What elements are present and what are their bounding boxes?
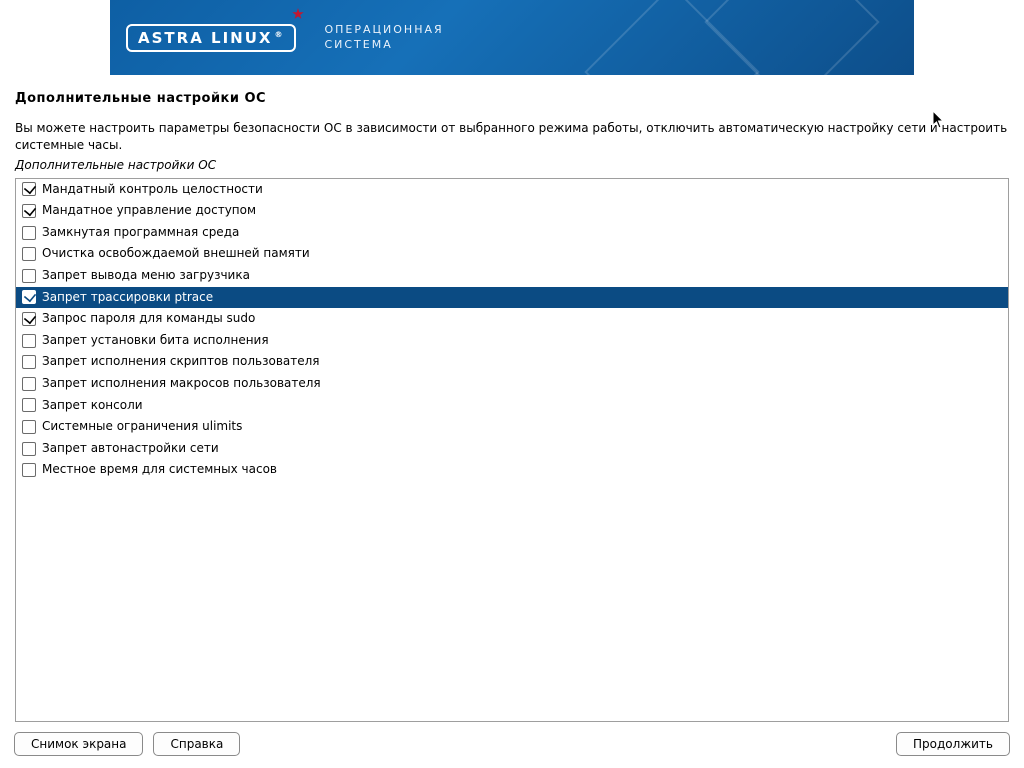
checkbox-icon[interactable] <box>22 226 36 240</box>
option-label: Запрос пароля для команды sudo <box>42 311 255 327</box>
star-icon <box>292 8 304 20</box>
option-row[interactable]: Запрет исполнения скриптов пользователя <box>16 351 1008 373</box>
option-row[interactable]: Системные ограничения ulimits <box>16 416 1008 438</box>
checkbox-icon[interactable] <box>22 398 36 412</box>
checkbox-icon[interactable] <box>22 355 36 369</box>
option-row[interactable]: Запрет вывода меню загрузчика <box>16 265 1008 287</box>
checkbox-icon[interactable] <box>22 463 36 477</box>
checkbox-icon[interactable] <box>22 377 36 391</box>
footer: Снимок экрана Справка Продолжить <box>0 722 1024 768</box>
option-row[interactable]: Запрос пароля для команды sudo <box>16 308 1008 330</box>
options-listbox[interactable]: Мандатный контроль целостности Мандатное … <box>15 178 1009 722</box>
option-row[interactable]: Запрет исполнения макросов пользователя <box>16 373 1008 395</box>
option-row[interactable]: Запрет трассировки ptrace <box>16 287 1008 309</box>
checkbox-icon[interactable] <box>22 204 36 218</box>
option-row[interactable]: Мандатный контроль целостности <box>16 179 1008 201</box>
option-row[interactable]: Запрет автонастройки сети <box>16 438 1008 460</box>
option-label: Мандатный контроль целостности <box>42 182 263 198</box>
page-title: Дополнительные настройки ОС <box>15 91 1009 106</box>
option-label: Запрет установки бита исполнения <box>42 333 269 349</box>
header-banner: ASTRA LINUX ® ОПЕРАЦИОННАЯ СИСТЕМА <box>110 0 914 75</box>
brand-name: ASTRA LINUX <box>138 31 272 46</box>
option-label: Запрет трассировки ptrace <box>42 290 213 306</box>
checkbox-icon[interactable] <box>22 312 36 326</box>
option-label: Запрет автонастройки сети <box>42 441 219 457</box>
page-subhead: Дополнительные настройки ОС <box>15 158 1009 172</box>
checkbox-icon[interactable] <box>22 247 36 261</box>
option-label: Запрет исполнения скриптов пользователя <box>42 354 320 370</box>
option-label: Запрет вывода меню загрузчика <box>42 268 250 284</box>
brand-subtitle: ОПЕРАЦИОННАЯ СИСТЕМА <box>324 23 443 52</box>
option-label: Запрет консоли <box>42 398 143 414</box>
option-label: Системные ограничения ulimits <box>42 419 242 435</box>
option-label: Замкнутая программная среда <box>42 225 239 241</box>
checkbox-icon[interactable] <box>22 420 36 434</box>
option-row[interactable]: Замкнутая программная среда <box>16 222 1008 244</box>
option-row[interactable]: Очистка освобождаемой внешней памяти <box>16 243 1008 265</box>
checkbox-icon[interactable] <box>22 290 36 304</box>
option-row[interactable]: Мандатное управление доступом <box>16 200 1008 222</box>
option-label: Местное время для системных часов <box>42 462 277 478</box>
help-button[interactable]: Справка <box>153 732 240 756</box>
continue-button[interactable]: Продолжить <box>896 732 1010 756</box>
screenshot-button[interactable]: Снимок экрана <box>14 732 143 756</box>
checkbox-icon[interactable] <box>22 334 36 348</box>
checkbox-icon[interactable] <box>22 182 36 196</box>
option-row[interactable]: Местное время для системных часов <box>16 459 1008 481</box>
page-intro: Вы можете настроить параметры безопаснос… <box>15 120 1009 154</box>
brand-logo: ASTRA LINUX ® <box>126 24 296 52</box>
option-label: Очистка освобождаемой внешней памяти <box>42 246 310 262</box>
option-label: Мандатное управление доступом <box>42 203 256 219</box>
option-row[interactable]: Запрет консоли <box>16 395 1008 417</box>
checkbox-icon[interactable] <box>22 269 36 283</box>
checkbox-icon[interactable] <box>22 442 36 456</box>
brand-reg: ® <box>274 31 284 39</box>
option-row[interactable]: Запрет установки бита исполнения <box>16 330 1008 352</box>
option-label: Запрет исполнения макросов пользователя <box>42 376 321 392</box>
